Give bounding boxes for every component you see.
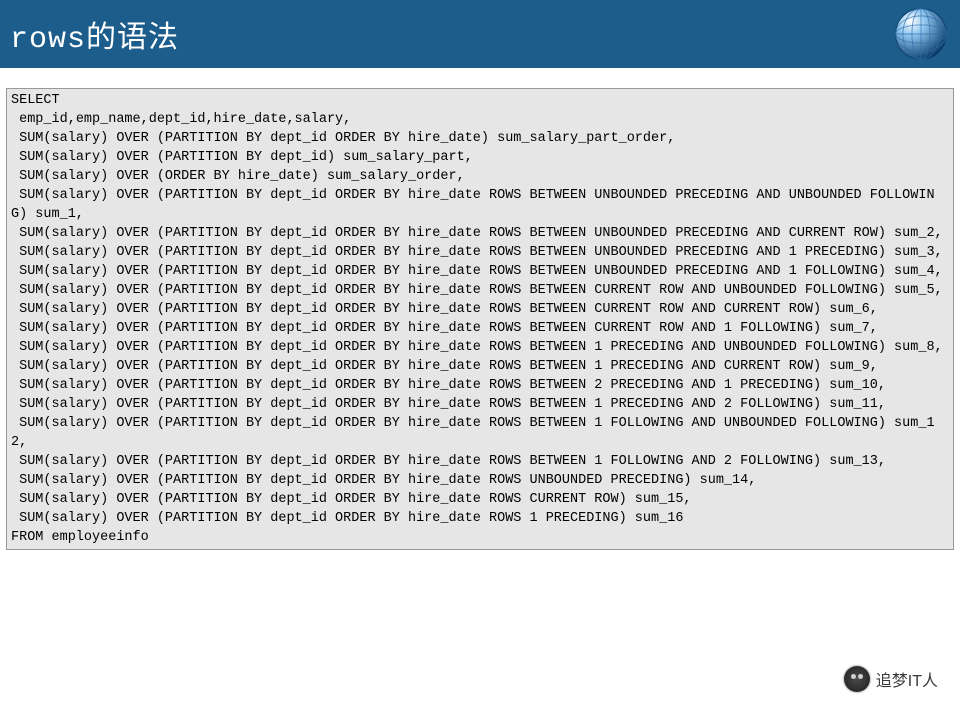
wechat-icon (844, 666, 870, 692)
slide-header: rows的语法 (0, 0, 960, 68)
sql-code-block: SELECT emp_id,emp_name,dept_id,hire_date… (6, 88, 954, 550)
content-area: SELECT emp_id,emp_name,dept_id,hire_date… (0, 68, 960, 550)
watermark-text: 追梦IT人 (876, 667, 938, 691)
globe-icon (892, 5, 950, 63)
watermark: 追梦IT人 (844, 666, 938, 692)
slide-title: rows的语法 (10, 12, 179, 57)
